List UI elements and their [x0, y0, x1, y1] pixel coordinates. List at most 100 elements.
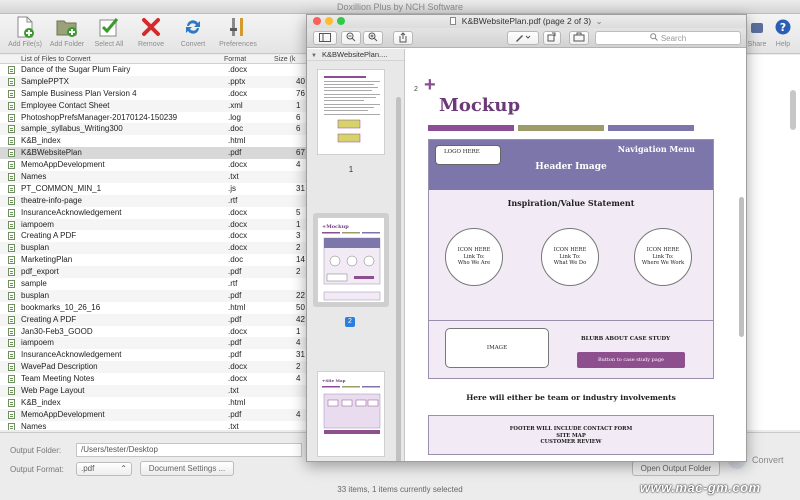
document-view[interactable]: 2 + Mockup LOGO HERE Navigation Menu Hea…	[406, 49, 746, 461]
document-scrollbar[interactable]	[739, 197, 744, 337]
file-size: 3	[296, 231, 301, 241]
file-name: Web Page Layout	[21, 386, 85, 396]
add-files-button[interactable]: Add File(s)	[4, 16, 46, 54]
close-window-button[interactable]	[313, 17, 321, 25]
file-name: Names	[21, 172, 47, 182]
file-format: .pdf	[228, 409, 242, 419]
footer-wireframe: FOOTER WILL INCLUDE CONTACT FORM SITE MA…	[428, 415, 714, 455]
markup-button[interactable]	[507, 31, 539, 45]
file-format: .pdf	[228, 148, 242, 158]
sidebar-document-name: K&BWebsitePlan....	[322, 50, 388, 59]
file-row[interactable]: Employee Contact Sheet .xml 1	[0, 99, 306, 112]
toolbox-button[interactable]	[569, 31, 589, 45]
thumbnail-page-3[interactable]: +Site Map	[317, 371, 385, 457]
file-format: .docx	[228, 219, 248, 229]
document-icon	[8, 387, 15, 396]
title-chevron-icon[interactable]: ⌄	[595, 16, 602, 26]
remove-button[interactable]: Remove	[130, 16, 172, 54]
file-row[interactable]: Creating A PDF .pdf 42	[0, 313, 306, 326]
thumbnail-page-2[interactable]: +Mockup	[317, 217, 385, 303]
file-row[interactable]: Dance of the Sugar Plum Fairy .docx	[0, 64, 306, 76]
file-name: pdf_export	[21, 267, 59, 277]
file-row[interactable]: MemoAppDevelopment .docx 4	[0, 159, 306, 171]
preview-search-field[interactable]: Search	[595, 31, 741, 45]
document-icon	[8, 89, 15, 98]
file-row[interactable]: iampoem .pdf 4	[0, 337, 306, 350]
preview-toolbar: Search	[307, 28, 746, 48]
convert-toolbar-button[interactable]: Convert	[172, 16, 214, 54]
file-row[interactable]: PT_COMMON_MIN_1 .js 31	[0, 183, 306, 195]
document-icon	[8, 327, 15, 336]
file-row[interactable]: sample .rtf	[0, 278, 306, 290]
minimize-window-button[interactable]	[325, 17, 333, 25]
file-size: 2	[296, 243, 301, 253]
file-row[interactable]: sample_syllabus_Writing300 .doc 6	[0, 123, 306, 136]
file-format: .pptx	[228, 76, 246, 86]
document-icon	[8, 232, 15, 241]
file-row[interactable]: InsuranceAcknowledgement .docx 5	[0, 207, 306, 219]
file-row[interactable]: SamplePPTX .pptx 40	[0, 75, 306, 88]
toolbox-icon	[573, 32, 585, 44]
header-name[interactable]: List of Files to Convert	[21, 55, 91, 64]
file-size: 1	[296, 219, 301, 229]
sidebar-document-title[interactable]: ▼ K&BWebsitePlan....	[307, 49, 404, 61]
file-row[interactable]: Web Page Layout .txt	[0, 385, 306, 397]
mockup-title: Mockup	[439, 95, 521, 116]
help-button[interactable]: ? Help	[770, 16, 796, 54]
file-name: SamplePPTX	[21, 76, 70, 86]
rotate-button[interactable]	[543, 31, 561, 45]
file-name: busplan	[21, 243, 50, 253]
output-folder-field[interactable]: /Users/tester/Desktop	[76, 443, 302, 457]
share-preview-button[interactable]	[393, 31, 413, 45]
file-format: .doc	[228, 124, 244, 134]
file-format: .rtf	[228, 279, 238, 289]
disclosure-triangle-icon[interactable]: ▼	[311, 53, 317, 59]
zoom-out-button[interactable]	[341, 31, 361, 45]
document-icon	[8, 291, 15, 300]
help-icon: ?	[772, 16, 794, 38]
file-row[interactable]: Names .txt	[0, 421, 306, 430]
file-name: Creating A PDF	[21, 231, 77, 241]
document-icon	[8, 173, 15, 182]
file-row[interactable]: busplan .docx 2	[0, 242, 306, 255]
header-format[interactable]: Format	[224, 55, 246, 64]
file-row[interactable]: K&BWebsitePlan .pdf 67	[0, 147, 306, 160]
header-size[interactable]: Size (k	[274, 55, 295, 64]
share-button[interactable]: Share	[744, 16, 770, 54]
file-row[interactable]: pdf_export .pdf 2	[0, 266, 306, 279]
file-row[interactable]: InsuranceAcknowledgement .pdf 31	[0, 349, 306, 361]
thumbnail-sidebar: ▼ K&BWebsitePlan.... 1 +Mockup 2 +Site M…	[307, 49, 405, 461]
zoom-window-button[interactable]	[337, 17, 345, 25]
file-row[interactable]: K&B_index .html	[0, 135, 306, 147]
file-row[interactable]: Sample Business Plan Version 4 .docx 76	[0, 88, 306, 100]
file-row[interactable]: WavePad Description .docx 2	[0, 361, 306, 374]
file-row[interactable]: MemoAppDevelopment .pdf 4	[0, 408, 306, 421]
file-size: 4	[296, 338, 301, 348]
document-icon	[8, 375, 15, 384]
file-row[interactable]: PhotoshopPrefsManager-20170124-150239 .lo…	[0, 112, 306, 124]
zoom-in-button[interactable]	[363, 31, 383, 45]
output-format-select[interactable]: .pdf ⌃	[76, 462, 132, 476]
sidebar-scrollbar[interactable]	[396, 97, 401, 461]
document-settings-button[interactable]: Document Settings ...	[140, 461, 234, 476]
file-list[interactable]: Dance of the Sugar Plum Fairy .docx Sample…	[0, 64, 306, 430]
sidebar-toggle-button[interactable]	[313, 31, 337, 45]
file-list-scrollbar[interactable]	[790, 90, 796, 430]
file-row[interactable]: MarketingPlan .doc 14	[0, 254, 306, 266]
file-name: MemoAppDevelopment	[21, 160, 105, 170]
file-row[interactable]: busplan .pdf 22	[0, 289, 306, 302]
add-folder-button[interactable]: Add Folder	[46, 16, 88, 54]
file-row[interactable]: Creating A PDF .docx 3	[0, 230, 306, 242]
thumbnail-page-1[interactable]	[317, 69, 385, 155]
preview-window: K&BWebsitePlan.pdf (page 2 of 3) ⌄ Searc…	[306, 14, 747, 462]
file-row[interactable]: Names .txt	[0, 171, 306, 183]
file-row[interactable]: K&B_index .html	[0, 397, 306, 409]
file-row[interactable]: Team Meeting Notes .docx 4	[0, 373, 306, 385]
file-row[interactable]: bookmarks_10_26_16 .html 50	[0, 302, 306, 314]
open-output-folder-button[interactable]: Open Output Folder	[632, 461, 720, 476]
file-row[interactable]: iampoem .docx 1	[0, 218, 306, 231]
select-all-button[interactable]: Select All	[88, 16, 130, 54]
preferences-button[interactable]: Preferences	[214, 16, 262, 54]
file-row[interactable]: theatre-info-page .rtf	[0, 194, 306, 207]
file-row[interactable]: Jan30-Feb3_GOOD .docx 1	[0, 326, 306, 338]
